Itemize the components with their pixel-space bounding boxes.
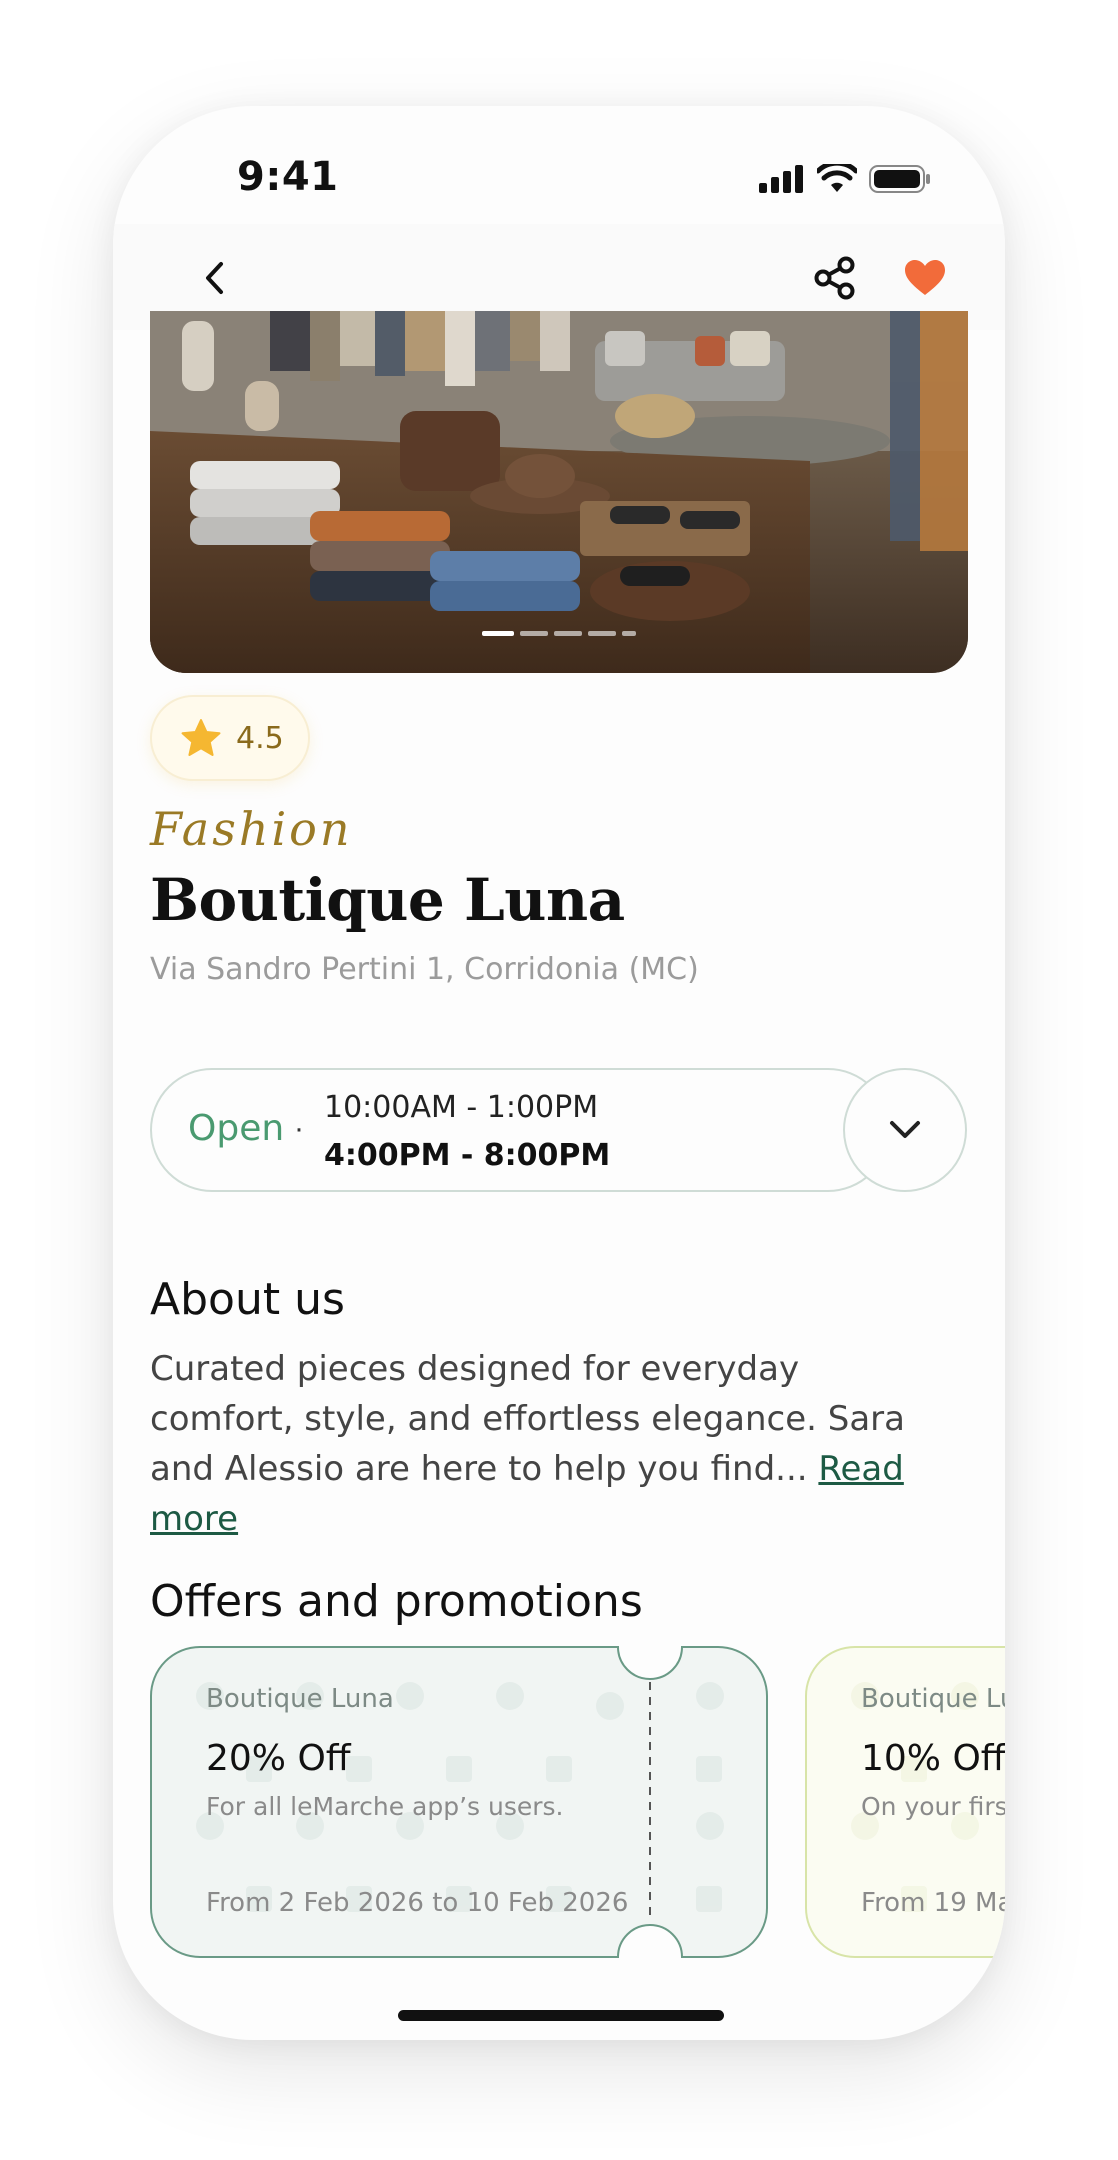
carousel-dot[interactable] xyxy=(482,631,514,636)
chevron-left-icon xyxy=(206,262,223,294)
favorite-button[interactable] xyxy=(891,244,959,312)
home-indicator[interactable] xyxy=(398,2010,724,2021)
about-heading: About us xyxy=(150,1274,345,1325)
expand-hours-button[interactable] xyxy=(843,1068,967,1192)
about-text: Curated pieces designed for everyday com… xyxy=(150,1349,905,1489)
carousel-dot[interactable] xyxy=(588,631,616,636)
status-icons xyxy=(759,164,931,194)
signal-icon xyxy=(759,165,803,193)
store-photo xyxy=(150,311,968,673)
wifi-icon xyxy=(817,164,857,192)
carousel-dots xyxy=(482,631,636,636)
heart-icon xyxy=(905,260,945,295)
offers-heading: Offers and promotions xyxy=(150,1576,643,1627)
coupon-dates: From 19 Mar 2026 xyxy=(861,1888,1005,1918)
back-button[interactable] xyxy=(181,244,249,312)
hours-slot-morning: 10:00AM - 1:00PM xyxy=(324,1090,599,1125)
coupon-store: Boutique Luna xyxy=(206,1684,394,1714)
coupon-dates: From 2 Feb 2026 to 10 Feb 2026 xyxy=(206,1888,629,1918)
hours-slot-afternoon: 4:00PM - 8:00PM xyxy=(324,1138,611,1173)
rating-value: 4.5 xyxy=(236,720,284,756)
about-description: Curated pieces designed for everyday com… xyxy=(150,1344,950,1544)
shop-category: Fashion xyxy=(150,802,353,856)
coupon-subtitle: On your first purchase xyxy=(861,1792,1005,1821)
coupon-card[interactable]: Boutique Luna 20% Off For all leMarche a… xyxy=(150,1646,768,1958)
coupon-title: 20% Off xyxy=(206,1738,351,1779)
open-status: Open xyxy=(188,1108,285,1149)
battery-icon xyxy=(869,165,930,193)
chevron-down-icon xyxy=(890,1121,920,1138)
opening-hours: Open · 10:00AM - 1:00PM 4:00PM - 8:00PM xyxy=(150,1068,890,1192)
rating-badge: 4.5 xyxy=(150,695,310,781)
coupon-subtitle: For all leMarche app’s users. xyxy=(206,1792,564,1821)
shop-name: Boutique Luna xyxy=(150,866,625,934)
coupon-title: 10% Off xyxy=(861,1738,1005,1779)
share-icon xyxy=(814,256,855,300)
share-button[interactable] xyxy=(801,244,869,312)
separator-dot: · xyxy=(294,1112,304,1145)
status-time: 9:41 xyxy=(237,154,339,200)
phone-frame: 9:41 4.5 Fashion Boutique Luna Via Sandr… xyxy=(113,106,1005,2040)
carousel-dot[interactable] xyxy=(554,631,582,636)
carousel-dot[interactable] xyxy=(622,631,636,636)
carousel-dot[interactable] xyxy=(520,631,548,636)
star-icon xyxy=(181,719,221,756)
shop-address: Via Sandro Pertini 1, Corridonia (MC) xyxy=(150,952,699,987)
coupon-store: Boutique Luna xyxy=(861,1684,1005,1714)
hero-image[interactable] xyxy=(150,311,968,673)
coupon-card[interactable]: Boutique Luna 10% Off On your first purc… xyxy=(805,1646,1005,1958)
